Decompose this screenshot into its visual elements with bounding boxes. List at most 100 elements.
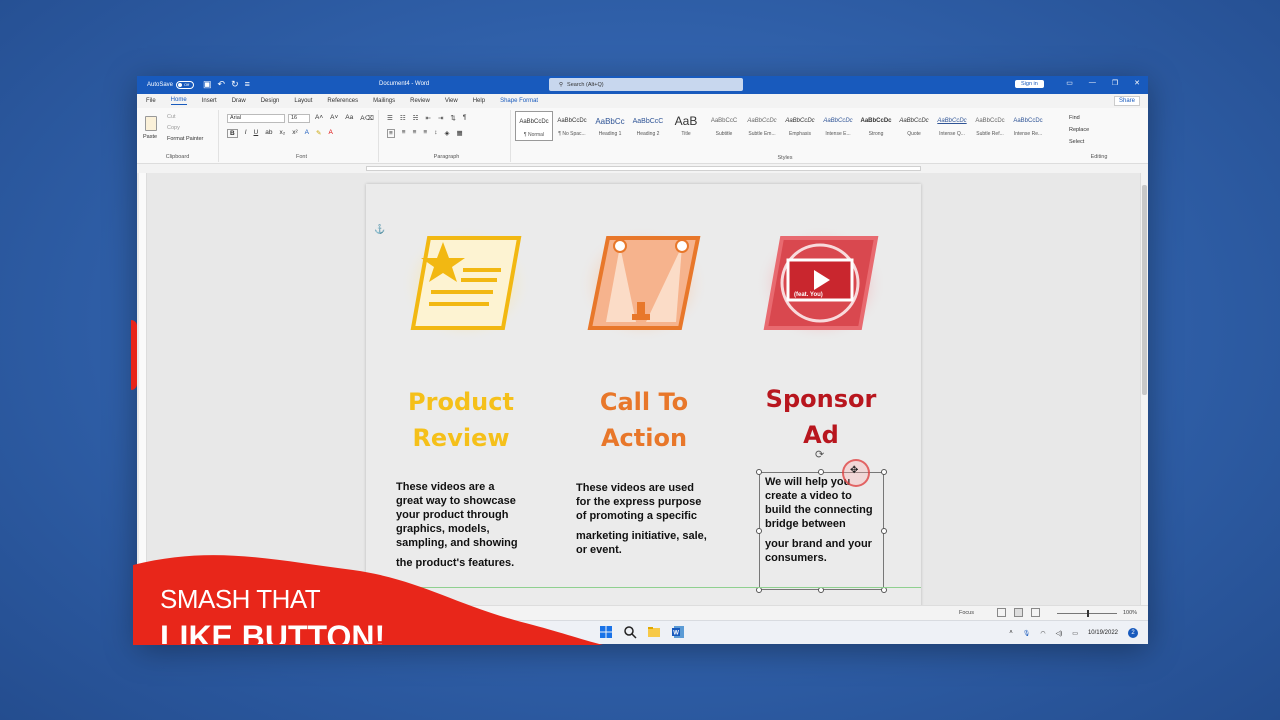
style-intense-emphasis[interactable]: AaBbCcDc Intense E... xyxy=(819,111,857,141)
tab-review[interactable]: Review xyxy=(410,98,430,104)
increase-indent-icon[interactable]: ⇥ xyxy=(438,114,443,122)
style-quote[interactable]: AaBbCcDc Quote xyxy=(895,111,933,141)
numbering-icon[interactable]: ☷ xyxy=(400,114,406,122)
replace-button[interactable]: Replace xyxy=(1069,127,1089,133)
share-button[interactable]: Share xyxy=(1113,96,1140,106)
zoom-level[interactable]: 100% xyxy=(1123,610,1137,616)
microphone-icon[interactable]: 🎙 xyxy=(1023,630,1031,637)
autosave-switch[interactable]: Off xyxy=(176,81,195,89)
search-box[interactable]: ⚲ Search (Alt+Q) xyxy=(549,78,743,91)
scrollbar-thumb[interactable] xyxy=(1142,185,1147,395)
resize-handle[interactable] xyxy=(818,469,824,475)
tab-references[interactable]: References xyxy=(327,98,358,104)
text-effects-icon[interactable]: A xyxy=(305,129,309,138)
style-title[interactable]: AaB Title xyxy=(667,111,705,141)
highlight-icon[interactable]: ✎ xyxy=(316,129,321,138)
font-color-icon[interactable]: A xyxy=(328,129,332,138)
align-right-icon[interactable]: ≡ xyxy=(413,129,417,138)
web-layout-icon[interactable] xyxy=(1031,608,1040,617)
tab-design[interactable]: Design xyxy=(261,98,280,104)
tab-help[interactable]: Help xyxy=(473,98,485,104)
search-icon[interactable] xyxy=(623,625,637,639)
customize-qat-icon[interactable]: ≡ xyxy=(245,79,250,90)
product-review-icon[interactable] xyxy=(401,224,531,344)
save-icon[interactable]: ▣ xyxy=(203,79,212,90)
line-spacing-icon[interactable]: ↕ xyxy=(434,129,437,138)
tab-shape-format[interactable]: Shape Format xyxy=(500,98,538,104)
undo-icon[interactable]: ↶ xyxy=(218,79,226,90)
decrease-indent-icon[interactable]: ⇤ xyxy=(425,114,430,122)
horizontal-ruler[interactable] xyxy=(137,164,1148,173)
bullets-icon[interactable]: ☰ xyxy=(387,114,393,122)
find-button[interactable]: Find xyxy=(1069,115,1080,121)
document-page[interactable]: ⚓ (feat. You) Product Review Call To Act… xyxy=(366,184,921,605)
chevron-up-icon[interactable]: ˄ xyxy=(1009,630,1013,636)
style-intense-quote[interactable]: AaBbCcDc Intense Q... xyxy=(933,111,971,141)
strikethrough-icon[interactable]: ab xyxy=(265,129,272,138)
paste-icon[interactable] xyxy=(145,116,157,131)
word-app-icon[interactable]: W xyxy=(671,625,685,639)
style-subtle-reference[interactable]: AaBbCcDc Subtle Ref... xyxy=(971,111,1009,141)
resize-handle[interactable] xyxy=(881,528,887,534)
notification-badge[interactable]: 2 xyxy=(1128,628,1138,638)
date-display[interactable]: 10/19/2022 xyxy=(1088,630,1118,636)
battery-icon[interactable]: ▭ xyxy=(1072,630,1078,637)
tab-home[interactable]: Home xyxy=(170,97,187,105)
wifi-icon[interactable]: ◠ xyxy=(1040,630,1045,637)
show-marks-icon[interactable]: ¶ xyxy=(463,114,467,122)
focus-mode-button[interactable]: Focus xyxy=(959,610,974,616)
vertical-scrollbar[interactable] xyxy=(1140,173,1148,605)
tab-insert[interactable]: Insert xyxy=(202,98,217,104)
redo-icon[interactable]: ↻ xyxy=(231,79,239,90)
grow-font-icon[interactable]: A˄ xyxy=(315,114,323,122)
print-layout-icon[interactable] xyxy=(1014,608,1023,617)
select-button[interactable]: Select xyxy=(1069,139,1084,145)
font-name-select[interactable]: Arial xyxy=(227,114,285,123)
cut-button[interactable]: Cut xyxy=(167,114,176,120)
volume-icon[interactable]: ◁) xyxy=(1056,630,1063,637)
paste-label[interactable]: Paste xyxy=(143,134,157,140)
shading-icon[interactable]: ◈ xyxy=(444,129,449,138)
minimize-icon[interactable]: — xyxy=(1089,79,1096,87)
document-area[interactable]: ⚓ (feat. You) Product Review Call To Act… xyxy=(137,173,1148,605)
anchor-icon[interactable]: ⚓ xyxy=(374,224,385,235)
align-left-icon[interactable]: ≡ xyxy=(387,129,395,138)
bold-icon[interactable]: B xyxy=(227,129,238,138)
font-size-select[interactable]: 16 xyxy=(288,114,310,123)
clear-formatting-icon[interactable]: A⌫ xyxy=(360,114,374,122)
style-no-spacing[interactable]: AaBbCcDc ¶ No Spac... xyxy=(553,111,591,141)
close-icon[interactable]: ✕ xyxy=(1134,79,1140,87)
style-heading-1[interactable]: AaBbCc Heading 1 xyxy=(591,111,629,141)
tab-mailings[interactable]: Mailings xyxy=(373,98,395,104)
borders-icon[interactable]: ▦ xyxy=(456,129,462,138)
tab-draw[interactable]: Draw xyxy=(232,98,246,104)
align-center-icon[interactable]: ≡ xyxy=(402,129,406,138)
read-mode-icon[interactable] xyxy=(997,608,1006,617)
underline-icon[interactable]: U xyxy=(254,129,259,138)
resize-handle[interactable] xyxy=(756,469,762,475)
shrink-font-icon[interactable]: A˅ xyxy=(330,114,338,122)
autosave-toggle[interactable]: AutoSave Off xyxy=(147,81,195,89)
style-normal[interactable]: AaBbCcDc ¶ Normal xyxy=(515,111,553,141)
sponsor-ad-icon[interactable]: (feat. You) xyxy=(756,224,886,344)
style-intense-reference[interactable]: AaBbCcDc Intense Re... xyxy=(1009,111,1047,141)
resize-handle[interactable] xyxy=(881,469,887,475)
restore-icon[interactable]: ❐ xyxy=(1112,79,1118,87)
change-case-icon[interactable]: Aa xyxy=(345,114,353,122)
style-subtle-emphasis[interactable]: AaBbCcDc Subtle Em... xyxy=(743,111,781,141)
rotate-handle-icon[interactable]: ⟳ xyxy=(815,448,824,461)
sign-in-button[interactable]: Sign in xyxy=(1015,80,1044,88)
italic-icon[interactable]: I xyxy=(245,129,247,138)
ribbon-display-icon[interactable]: ▭ xyxy=(1066,79,1073,87)
style-strong[interactable]: AaBbCcDc Strong xyxy=(857,111,895,141)
style-emphasis[interactable]: AaBbCcDc Emphasis xyxy=(781,111,819,141)
style-heading-2[interactable]: AaBbCcC Heading 2 xyxy=(629,111,667,141)
call-to-action-icon[interactable] xyxy=(578,224,708,344)
tab-layout[interactable]: Layout xyxy=(294,98,312,104)
zoom-slider-thumb[interactable] xyxy=(1087,610,1089,617)
copy-button[interactable]: Copy xyxy=(167,125,180,131)
format-painter-button[interactable]: Format Painter xyxy=(167,136,203,142)
tab-view[interactable]: View xyxy=(445,98,458,104)
resize-handle[interactable] xyxy=(756,528,762,534)
multilevel-list-icon[interactable]: ☵ xyxy=(413,114,419,122)
